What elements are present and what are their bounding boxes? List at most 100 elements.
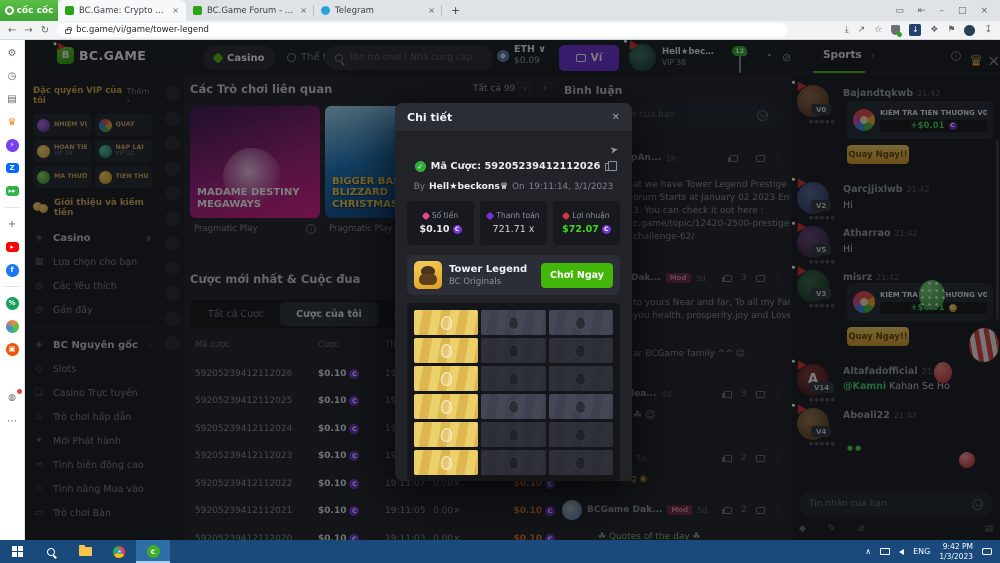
egg-icon [575, 316, 586, 330]
stat-amount: Số tiền $0.10C [407, 201, 474, 245]
divider [5, 286, 19, 287]
close-button[interactable]: × [980, 6, 988, 16]
egg-icon [508, 428, 519, 442]
minimize-button[interactable]: – [939, 6, 944, 16]
zalo-icon[interactable]: Z [6, 163, 19, 173]
tray-clock[interactable]: 9:42 PM1/3/2023 [939, 542, 973, 562]
bet-username[interactable]: Hell★beckons♛ [429, 181, 508, 192]
egg-icon [441, 400, 452, 414]
tab-close-icon[interactable]: × [428, 6, 435, 15]
egg-icon [441, 344, 452, 358]
idm-download-icon[interactable]: ↓ [909, 24, 921, 36]
youtube-icon[interactable]: ▸ [6, 242, 19, 252]
tower-cell [549, 338, 613, 363]
egg-icon [441, 372, 452, 386]
play-now-button[interactable]: Chơi Ngay [541, 263, 613, 288]
history-icon[interactable]: ◷ [5, 69, 19, 83]
tower-cell [481, 338, 545, 363]
stat-payout: Thanh toán 721.71 x [480, 201, 547, 245]
reload-button[interactable]: ↻ [41, 25, 49, 36]
action-center-icon[interactable] [982, 548, 992, 555]
facebook-icon[interactable]: f [6, 264, 19, 277]
browser-tab-bcgame[interactable]: BC.Game: Crypto Casino Gam× [58, 0, 186, 21]
new-tab-button[interactable]: + [442, 0, 469, 21]
downloads-icon[interactable]: ↧ [984, 25, 992, 35]
gamepad-icon[interactable]: ▸▸ [6, 186, 19, 196]
egg-icon [575, 456, 586, 470]
egg-icon [441, 316, 452, 330]
reading-list-icon[interactable]: ▤ [5, 92, 19, 106]
tower-cell [549, 450, 613, 475]
egg-icon [441, 456, 452, 470]
tower-cell [414, 422, 478, 447]
flag-extension-icon[interactable]: ⚑ [947, 25, 955, 35]
modal-share-icon[interactable]: ➤ [609, 144, 619, 156]
more-dots-icon[interactable]: ⋯ [5, 414, 19, 428]
egg-icon [575, 400, 586, 414]
url-text: bc.game/vi/game/tower-legend [76, 25, 209, 35]
coccoc-logo[interactable]: cốc cốc [0, 0, 58, 21]
extensions-icon[interactable]: ❖ [930, 25, 938, 35]
tower-cell [414, 394, 478, 419]
adblock-shield-icon[interactable] [891, 25, 900, 35]
vip-crown-icon[interactable]: ♛ [5, 115, 19, 129]
game-name: Tower Legend [449, 264, 527, 275]
tray-language[interactable]: ENG [913, 547, 930, 556]
tower-cell [414, 338, 478, 363]
back-button[interactable]: ← [8, 25, 16, 36]
tower-result-grid [407, 303, 620, 481]
tab-search-icon[interactable]: ▭ [895, 6, 904, 16]
add-shortcut-icon[interactable]: + [5, 217, 19, 231]
windows-taskbar: c ∧ ENG 9:42 PM1/3/2023 [0, 540, 1000, 563]
profile-avatar[interactable] [964, 25, 975, 36]
modal-header: Chi tiết ✕ [395, 103, 632, 131]
tray-volume-icon[interactable] [899, 549, 904, 555]
browser-tab-telegram[interactable]: Telegram× [314, 0, 442, 21]
bcgame-page: B BC.GAME Casino Thể thao ◆ ETH ∨$0.09 V… [25, 40, 1000, 540]
save-page-icon[interactable]: ⤓ [845, 25, 849, 35]
copy-icon[interactable] [605, 163, 612, 171]
tab-close-icon[interactable]: × [172, 6, 179, 15]
browser-sidebar: ⚙ ◷ ▤ ♛ ⚡ Z ▸▸ + ▸ f % ▣ ◍ ⋯ [0, 40, 25, 540]
share-icon[interactable]: ↗ [858, 25, 866, 35]
start-button[interactable] [0, 540, 34, 563]
coccoc-taskbar-icon[interactable]: c [136, 540, 170, 563]
settings-gear-icon[interactable]: ⚙ [5, 46, 19, 60]
game-provider: BC Originals [449, 277, 527, 287]
tower-cell [481, 394, 545, 419]
egg-icon [441, 428, 452, 442]
maximize-button[interactable]: □ [958, 6, 967, 16]
messenger-icon[interactable]: ⚡ [6, 139, 19, 152]
verified-icon: ✓ [415, 161, 426, 172]
coin-icon: C [453, 225, 462, 234]
tower-cell [414, 450, 478, 475]
modal-close-icon[interactable]: ✕ [612, 112, 620, 123]
dice-icon [422, 211, 430, 219]
chrome-icon[interactable] [102, 540, 136, 563]
file-explorer-icon[interactable] [68, 540, 102, 563]
bet-datetime: 19:11:14, 3/1/2023 [529, 182, 614, 192]
tray-display-icon[interactable] [880, 548, 890, 555]
browser-toolbar: ← → ↻ bc.game/vi/game/tower-legend ⤓ ↗ ☆… [0, 21, 1000, 40]
stat-profit: Lợi nhuận $72.07C [553, 201, 620, 245]
forward-button[interactable]: → [24, 25, 32, 36]
taskbar-search-icon[interactable] [34, 540, 68, 563]
pin-sidebar-icon[interactable]: ⇤ [918, 6, 926, 16]
notifications-bell-icon[interactable]: ◍ [5, 391, 19, 405]
tab-close-icon[interactable]: × [300, 6, 307, 15]
bet-id-label: Mã Cược: [431, 161, 481, 172]
egg-icon [575, 428, 586, 442]
games-hub-icon[interactable] [6, 320, 19, 333]
savings-icon[interactable]: % [6, 297, 19, 310]
tower-cell [481, 450, 545, 475]
tower-cell [414, 310, 478, 335]
bookmark-star-icon[interactable]: ☆ [874, 25, 882, 35]
address-bar[interactable]: bc.game/vi/game/tower-legend [57, 23, 787, 37]
browser-tab-forum[interactable]: BC.Game Forum - A Cryptoc...× [186, 0, 314, 21]
bet-id: 59205239412112026 [484, 161, 600, 172]
divider [5, 207, 19, 208]
tray-expand-icon[interactable]: ∧ [865, 547, 871, 556]
profit-icon [562, 211, 570, 219]
tower-cell [549, 310, 613, 335]
cart-icon[interactable]: ▣ [6, 343, 19, 356]
